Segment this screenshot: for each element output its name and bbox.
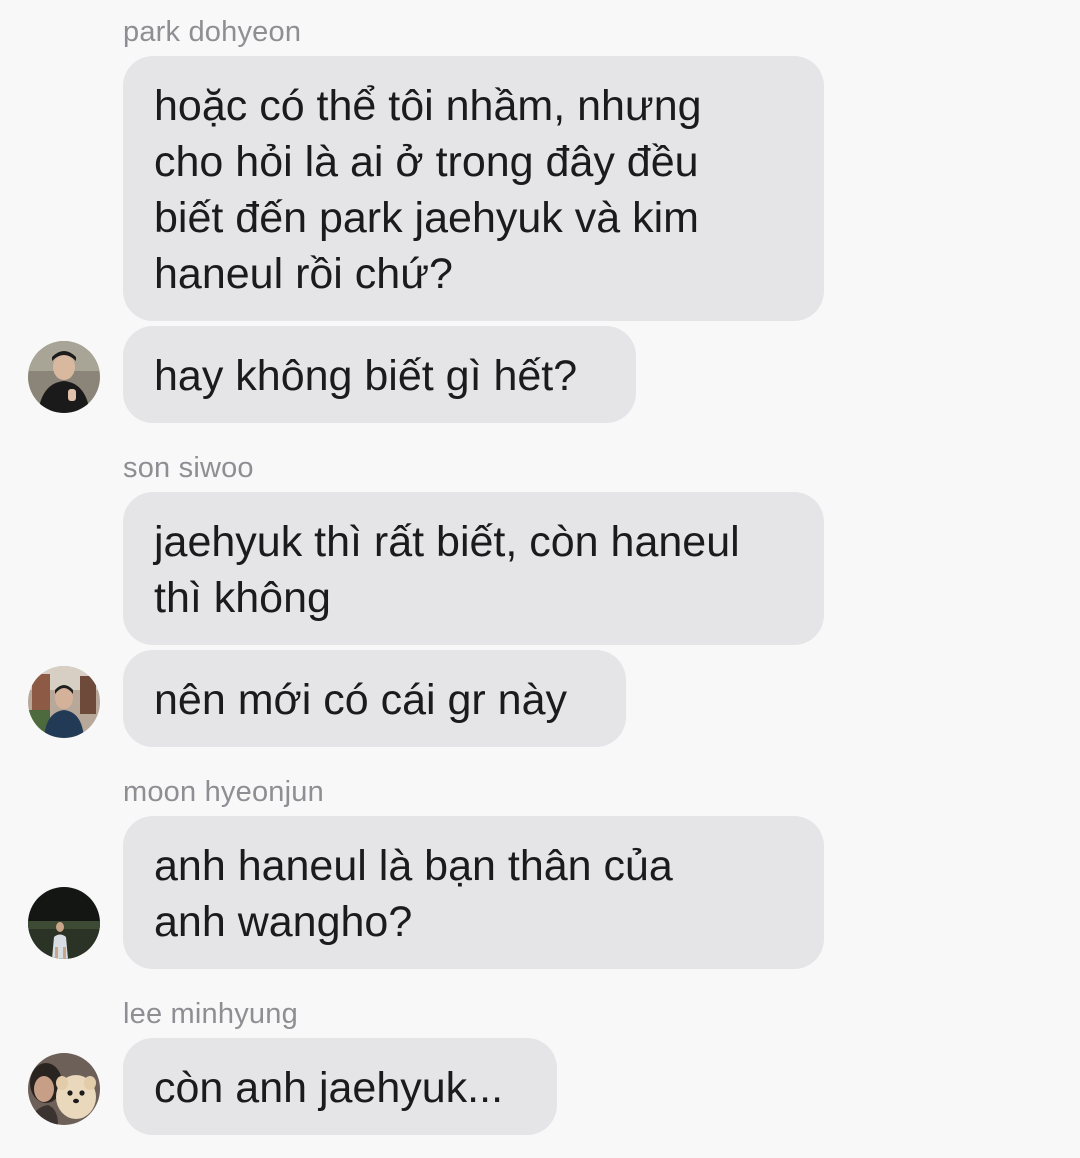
sender-name: lee minhyung: [123, 998, 298, 1030]
person-photo-avatar-icon: [28, 666, 100, 738]
sender-name: son siwoo: [123, 452, 254, 484]
message-bubble[interactable]: hoặc có thể tôi nhầm, nhưng cho hỏi là a…: [123, 56, 824, 321]
avatar-lee-minhyung[interactable]: [28, 1053, 100, 1125]
message-bubble[interactable]: hay không biết gì hết?: [123, 326, 636, 423]
avatar-moon-hyeonjun[interactable]: [28, 887, 100, 959]
avatar-park-dohyeon[interactable]: [28, 341, 100, 413]
message-bubble[interactable]: nên mới có cái gr này: [123, 650, 626, 747]
sender-name: moon hyeonjun: [123, 776, 324, 808]
message-bubble[interactable]: anh haneul là bạn thân của anh wangho?: [123, 816, 824, 969]
person-with-dog-avatar-icon: [28, 1053, 100, 1125]
message-bubble[interactable]: jaehyuk thì rất biết, còn haneul thì khô…: [123, 492, 824, 645]
message-bubble[interactable]: còn anh jaehyuk...: [123, 1038, 557, 1135]
person-photo-avatar-icon: [28, 341, 100, 413]
person-photo-avatar-icon: [28, 887, 100, 959]
sender-name: park dohyeon: [123, 16, 302, 48]
avatar-son-siwoo[interactable]: [28, 666, 100, 738]
